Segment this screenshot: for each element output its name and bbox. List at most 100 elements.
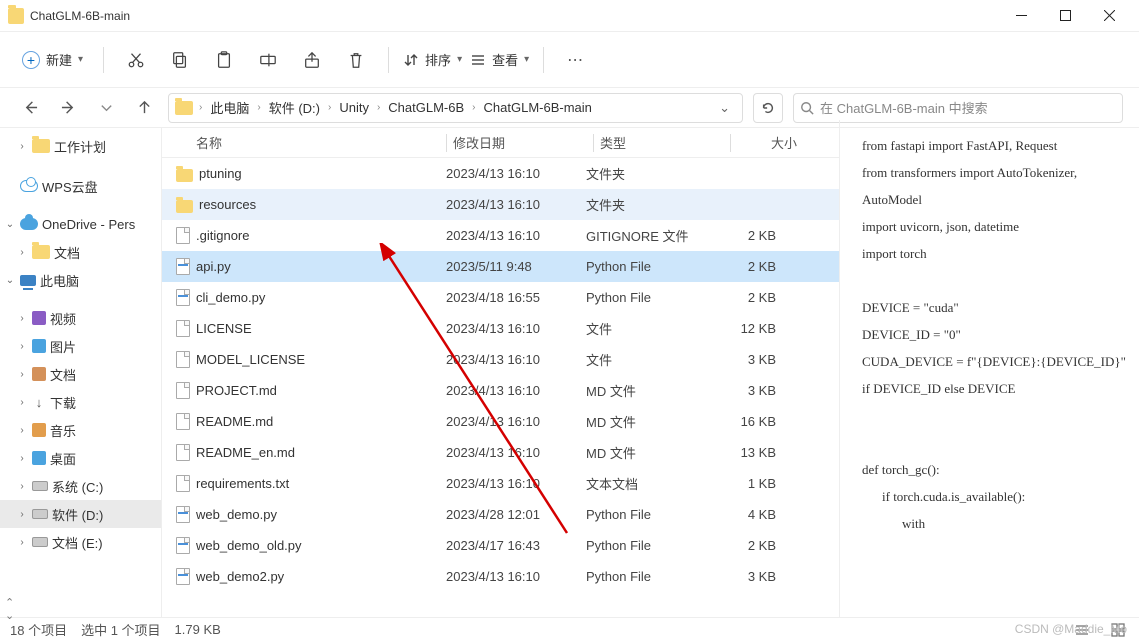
up-button[interactable] <box>130 94 158 122</box>
file-row[interactable]: cli_demo.py2023/4/18 16:55Python File2 K… <box>162 282 839 313</box>
sidebar-item[interactable]: WPS云盘 <box>0 172 161 200</box>
file-icon <box>176 568 190 585</box>
breadcrumb-item[interactable]: ChatGLM-6B <box>384 100 468 115</box>
file-row[interactable]: ptuning2023/4/13 16:10文件夹 <box>162 158 839 189</box>
sidebar-item[interactable]: › 工作计划 <box>0 132 161 160</box>
file-row[interactable]: requirements.txt2023/4/13 16:10文本文档1 KB <box>162 468 839 499</box>
file-row[interactable]: api.py2023/5/11 9:48Python File2 KB <box>162 251 839 282</box>
file-row[interactable]: .gitignore2023/4/13 16:10GITIGNORE 文件2 K… <box>162 220 839 251</box>
breadcrumb[interactable]: › 此电脑› 软件 (D:)› Unity› ChatGLM-6B› ChatG… <box>168 93 743 123</box>
preview-line <box>862 402 1129 429</box>
col-size[interactable]: 大小 <box>737 133 807 152</box>
sidebar-label: 下载 <box>50 393 76 412</box>
search-input[interactable]: 在 ChatGLM-6B-main 中搜索 <box>793 93 1123 123</box>
cut-button[interactable] <box>118 42 154 78</box>
preview-line: from fastapi import FastAPI, Request <box>862 132 1129 159</box>
sidebar-item[interactable]: › 软件 (D:) <box>0 500 161 528</box>
cursor-indicator: ⌃⌄ <box>5 596 14 622</box>
watermark: CSDN @Maddie_Mo <box>1015 622 1127 636</box>
file-row[interactable]: MODEL_LICENSE2023/4/13 16:10文件3 KB <box>162 344 839 375</box>
breadcrumb-item[interactable]: Unity <box>335 100 373 115</box>
sidebar-item[interactable]: ⌄此电脑 <box>0 266 161 294</box>
sidebar-item[interactable]: › 桌面 <box>0 444 161 472</box>
col-date[interactable]: 修改日期 <box>453 133 593 152</box>
toolbar: + 新建 ▾ 排序 ▾ 查看 ▾ ⋯ <box>0 32 1139 88</box>
chevron-down-icon: ▾ <box>524 54 529 65</box>
file-row[interactable]: README_en.md2023/4/13 16:10MD 文件13 KB <box>162 437 839 468</box>
sidebar-label: 桌面 <box>50 449 76 468</box>
file-name: web_demo_old.py <box>196 538 302 553</box>
file-row[interactable]: web_demo.py2023/4/28 12:01Python File4 K… <box>162 499 839 530</box>
folder-icon <box>176 200 193 213</box>
preview-line: with <box>862 510 1129 537</box>
sort-button[interactable]: 排序 ▾ <box>403 50 462 69</box>
preview-line: import torch <box>862 240 1129 267</box>
file-row[interactable]: resources2023/4/13 16:10文件夹 <box>162 189 839 220</box>
new-button[interactable]: + 新建 ▾ <box>16 46 89 73</box>
breadcrumb-item[interactable]: 软件 (D:) <box>265 98 324 117</box>
back-button[interactable] <box>16 94 44 122</box>
chevron-down-icon: ▾ <box>78 54 83 65</box>
sidebar-label: 文档 <box>54 243 80 262</box>
sidebar-label: 此电脑 <box>40 271 79 290</box>
sidebar-item[interactable]: › 视频 <box>0 304 161 332</box>
file-row[interactable]: web_demo2.py2023/4/13 16:10Python File3 … <box>162 561 839 592</box>
breadcrumb-item[interactable]: ChatGLM-6B-main <box>480 100 596 115</box>
minimize-button[interactable] <box>999 0 1043 32</box>
sidebar-label: 文档 <box>50 365 76 384</box>
close-button[interactable] <box>1087 0 1131 32</box>
preview-line <box>862 267 1129 294</box>
file-icon <box>176 475 190 492</box>
share-button[interactable] <box>294 42 330 78</box>
refresh-button[interactable] <box>753 93 783 123</box>
view-button[interactable]: 查看 ▾ <box>470 50 529 69</box>
sidebar-label: OneDrive - Pers <box>42 217 135 232</box>
file-icon <box>176 289 190 306</box>
selected-count: 选中 1 个项目 <box>81 620 160 639</box>
recent-button[interactable] <box>92 94 120 122</box>
file-name: web_demo2.py <box>196 569 284 584</box>
file-row[interactable]: PROJECT.md2023/4/13 16:10MD 文件3 KB <box>162 375 839 406</box>
file-row[interactable]: LICENSE2023/4/13 16:10文件12 KB <box>162 313 839 344</box>
forward-button[interactable] <box>54 94 82 122</box>
file-name: web_demo.py <box>196 507 277 522</box>
maximize-button[interactable] <box>1043 0 1087 32</box>
title-bar: ChatGLM-6B-main <box>0 0 1139 32</box>
col-name[interactable]: 名称 <box>196 136 222 151</box>
preview-line: def torch_gc(): <box>862 456 1129 483</box>
file-name: README.md <box>196 414 273 429</box>
file-row[interactable]: README.md2023/4/13 16:10MD 文件16 KB <box>162 406 839 437</box>
column-headers: 名称 修改日期 类型 大小 <box>162 128 839 158</box>
copy-button[interactable] <box>162 42 198 78</box>
new-label: 新建 <box>46 50 72 69</box>
file-name: requirements.txt <box>196 476 289 491</box>
sidebar-item[interactable]: › 音乐 <box>0 416 161 444</box>
sidebar-item[interactable]: › ↓下载 <box>0 388 161 416</box>
file-icon <box>176 444 190 461</box>
preview-line: DEVICE = "cuda" <box>862 294 1129 321</box>
file-icon <box>176 320 190 337</box>
sidebar-item[interactable]: › 文档 <box>0 360 161 388</box>
sidebar-item[interactable]: › 文档 <box>0 238 161 266</box>
sidebar-item[interactable]: › 图片 <box>0 332 161 360</box>
file-name: cli_demo.py <box>196 290 265 305</box>
breadcrumb-item[interactable]: 此电脑 <box>206 98 253 117</box>
file-name: ptuning <box>199 166 242 181</box>
sidebar-item[interactable]: ⌄OneDrive - Pers <box>0 210 161 238</box>
rename-button[interactable] <box>250 42 286 78</box>
file-icon <box>176 506 190 523</box>
paste-button[interactable] <box>206 42 242 78</box>
folder-icon <box>175 101 193 115</box>
chevron-down-icon[interactable]: ⌄ <box>713 100 736 116</box>
file-row[interactable]: web_demo_old.py2023/4/17 16:43Python Fil… <box>162 530 839 561</box>
col-type[interactable]: 类型 <box>600 133 730 152</box>
folder-icon <box>176 169 193 182</box>
sidebar-item[interactable]: › 文档 (E:) <box>0 528 161 556</box>
delete-button[interactable] <box>338 42 374 78</box>
preview-line: from transformers import AutoTokenizer, … <box>862 159 1129 213</box>
file-icon <box>176 382 190 399</box>
sidebar-item[interactable]: › 系统 (C:) <box>0 472 161 500</box>
preview-line: if torch.cuda.is_available(): <box>862 483 1129 510</box>
sidebar: › 工作计划WPS云盘⌄OneDrive - Pers› 文档⌄此电脑› 视频›… <box>0 128 162 617</box>
more-button[interactable]: ⋯ <box>558 42 594 78</box>
